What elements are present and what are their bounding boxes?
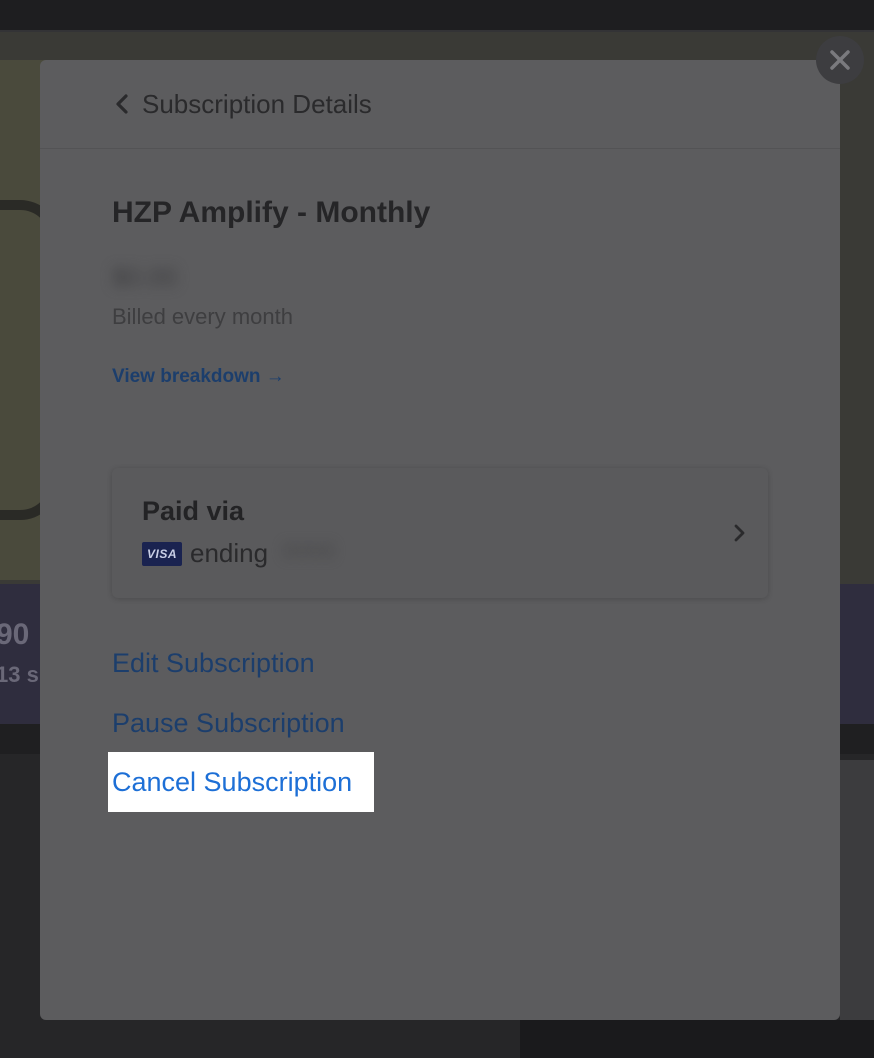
paid-via-label: Paid via [142,496,245,526]
cancel-subscription-label: Cancel Subscription [112,766,353,797]
card-ending-label: ending [190,538,269,568]
page-title: Subscription Details [142,88,372,119]
subscription-details-modal: Subscription Details HZP Amplify - Month… [40,60,840,1020]
modal-header: Subscription Details [40,60,840,149]
chevron-right-icon [734,524,745,542]
edit-subscription-link[interactable]: Edit Subscription [112,648,315,679]
view-breakdown-link[interactable]: View breakdown → [112,366,285,388]
background-top-bar [0,0,874,32]
pause-subscription-link[interactable]: Pause Subscription [112,708,345,739]
visa-card-icon: VISA [142,542,182,566]
card-last4: 0000 [282,538,336,565]
payment-method-card[interactable]: Paid via VISA ending 0000 [112,468,768,598]
close-icon [830,50,850,70]
cancel-subscription-link[interactable]: Cancel Subscription [108,752,374,812]
background-logo [520,1020,874,1058]
plan-name: HZP Amplify - Monthly [112,196,431,229]
plan-price: $0.00 [112,262,178,292]
background-card [840,760,874,1058]
background-band-subtext: 13 s [0,662,39,687]
back-button[interactable]: Subscription Details [112,84,372,124]
chevron-left-icon [116,94,128,114]
billing-frequency: Billed every month [112,304,293,329]
background-band-text: 90 [0,618,30,651]
close-button[interactable] [816,36,864,84]
